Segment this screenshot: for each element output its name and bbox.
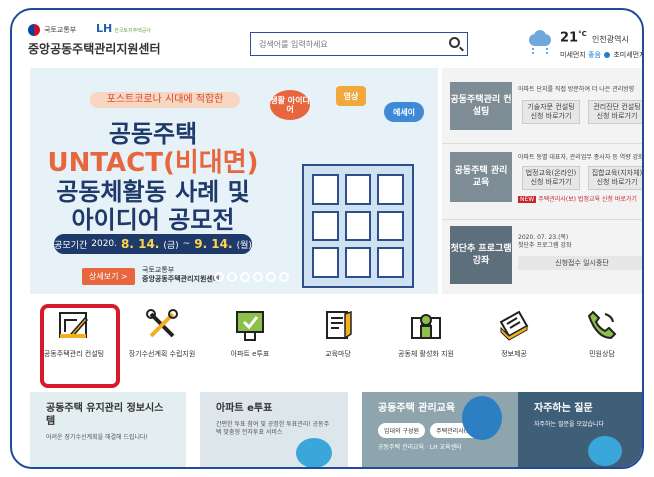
dust-status: 미세먼지 좋음 초미세먼지 — [560, 51, 644, 59]
search-box — [250, 32, 468, 56]
menu-item-repair-plan[interactable]: 장기수선계획 수립지원 — [118, 296, 206, 392]
gov-label: 국토교통부 — [44, 26, 77, 34]
card-title: 공동주택 유지관리 정보시스템 — [46, 403, 164, 427]
search-icon[interactable] — [449, 37, 460, 48]
vote-icon — [233, 308, 267, 342]
gov-logo[interactable]: 국토교통부 — [28, 24, 76, 36]
diagnosis-consulting-button[interactable]: 관리진단 컨설팅 신청 바로가기 — [588, 100, 642, 124]
card-desc: 어려운 장기수선계획을 해결해 드립니다! — [46, 434, 148, 441]
book-icon — [321, 308, 355, 342]
site-title[interactable]: 중앙공동주택관리지원센터 — [28, 40, 160, 57]
selection-highlight — [40, 304, 120, 388]
pager-dot[interactable] — [253, 272, 263, 282]
phone-icon — [585, 308, 619, 342]
card-title: 자주하는 질문 — [534, 403, 593, 414]
gov-emblem-icon — [28, 24, 40, 36]
apartment-illustration — [288, 108, 428, 288]
rain-cloud-icon — [526, 30, 552, 48]
pager-dot[interactable] — [227, 272, 237, 282]
bubble-video: 영상 — [336, 86, 366, 106]
banner-detail-button[interactable]: 상세보기 > — [82, 268, 135, 285]
card-education[interactable]: 공동주택 관리교육 입대의 구성원 주택관리사(보) 공동주택 관리교육 · L… — [362, 392, 518, 467]
menu-item-community[interactable]: 공동체 활성화 지원 — [382, 296, 470, 392]
menu-item-helpdesk[interactable]: 민원상담 — [558, 296, 642, 392]
education-label[interactable]: 공동주택 관리 교육 — [450, 152, 512, 202]
pager-dot[interactable] — [240, 272, 250, 282]
weather-city: 인천광역시 — [592, 35, 629, 44]
lh-sub-label: 한국토지주택공사 — [114, 28, 152, 34]
program-row: 첫단추 프로그램 강좌 2020. 07. 23.(목) 첫단추 프로그램 강좌… — [442, 220, 642, 294]
lh-logo[interactable]: LH 한국토지주택공사 — [96, 22, 151, 35]
community-icon — [409, 308, 443, 342]
group-education-button[interactable]: 집합교육(지자체) 신청 바로가기 — [588, 166, 642, 190]
banner-tag: 포스트코로나 시대에 적합한 — [90, 92, 240, 108]
banner-line-4: 아이디어 공모전 — [71, 206, 235, 234]
pager-dot[interactable] — [266, 272, 276, 282]
card-faq[interactable]: 자주하는 질문 자주하는 질문을 모았습니다 — [518, 392, 642, 467]
card-title: 아파트 e투표 — [216, 403, 273, 414]
consulting-row: 공동주택관리 컨설팅 아파트 단지를 직접 방문하여 더 나은 관리방향 기술자… — [442, 68, 642, 144]
site-header: 국토교통부 LH한국토지주택공사 중앙공동주택관리지원센터 21°C 인천광역시… — [12, 10, 642, 68]
card-desc: 자주하는 질문을 모았습니다 — [534, 421, 605, 428]
card-pill-board[interactable]: 입대의 구성원 — [378, 423, 426, 438]
dust-dot-icon — [604, 52, 611, 58]
temperature: 21°C — [560, 30, 587, 46]
pager-dot[interactable] — [214, 272, 224, 282]
banner-org: 국토교통부 중앙공동주택관리지원센터 — [142, 266, 220, 283]
newspaper-icon — [497, 308, 531, 342]
browser-frame: 국토교통부 LH한국토지주택공사 중앙공동주택관리지원센터 21°C 인천광역시… — [10, 8, 644, 469]
education-row: 공동주택 관리 교육 아파트 동별 대표자, 관리업무 종사자 등 역량 강화 … — [442, 144, 642, 220]
bubble-idea: 생활 아이디어 — [270, 90, 310, 120]
contest-banner[interactable]: 포스트코로나 시대에 적합한 공동주택 UNTACT(비대면) 공동체활동 사례… — [30, 68, 438, 294]
menu-item-info[interactable]: 정보제공 — [470, 296, 558, 392]
program-label[interactable]: 첫단추 프로그램 강좌 — [450, 226, 512, 284]
contest-period: 공모기간 2020. 8. 14. (금) ~ 9. 14. (월) — [54, 234, 252, 254]
card-desc: 간편한 투표 참여 및 공정한 투표관리! 공동주택 맞춤형 전자투표 서비스 — [216, 421, 330, 436]
card-desc: 공동주택 관리교육 · LH 교육센터 — [378, 444, 462, 451]
tech-consulting-button[interactable]: 기술자문 컨설팅 신청 바로가기 — [522, 100, 580, 124]
lh-label: LH — [96, 22, 113, 35]
new-education-link[interactable]: NEW 주택관리사(보) 법정교육 신청 바로가기 — [518, 194, 637, 203]
mascot-illustration — [588, 436, 622, 466]
program-apply-button[interactable]: 신청접수 일시중단 — [518, 256, 642, 270]
card-evote[interactable]: 아파트 e투표 간편한 투표 참여 및 공정한 투표관리! 공동주택 맞춤형 전… — [200, 392, 348, 467]
banner-pager — [214, 272, 289, 282]
quick-service-panel: 공동주택관리 컨설팅 아파트 단지를 직접 방문하여 더 나은 관리방향 기술자… — [442, 68, 642, 294]
rain-drops-icon — [532, 48, 548, 54]
search-input[interactable] — [259, 39, 439, 49]
service-menu: 공동주택관리 컨설팅 장기수선계획 수립지원 아파트 e투표 교육마당 공동체 … — [30, 296, 642, 392]
tools-icon — [145, 308, 179, 342]
online-education-button[interactable]: 법정교육(온라인) 신청 바로가기 — [522, 166, 580, 190]
menu-item-evote[interactable]: 아파트 e투표 — [206, 296, 294, 392]
weather-widget: 21°C 인천광역시 미세먼지 좋음 초미세먼지 — [526, 28, 644, 64]
consulting-label[interactable]: 공동주택관리 컨설팅 — [450, 82, 512, 130]
mascot-illustration — [296, 438, 332, 467]
card-maintenance-system[interactable]: 공동주택 유지관리 정보시스템 어려운 장기수선계획을 해결해 드립니다! — [30, 392, 186, 467]
mascot-illustration — [462, 396, 502, 440]
bubble-essay: 에세이 — [384, 102, 424, 122]
feature-cards: 공동주택 유지관리 정보시스템 어려운 장기수선계획을 해결해 드립니다! 아파… — [30, 392, 642, 467]
menu-item-education[interactable]: 교육마당 — [294, 296, 382, 392]
